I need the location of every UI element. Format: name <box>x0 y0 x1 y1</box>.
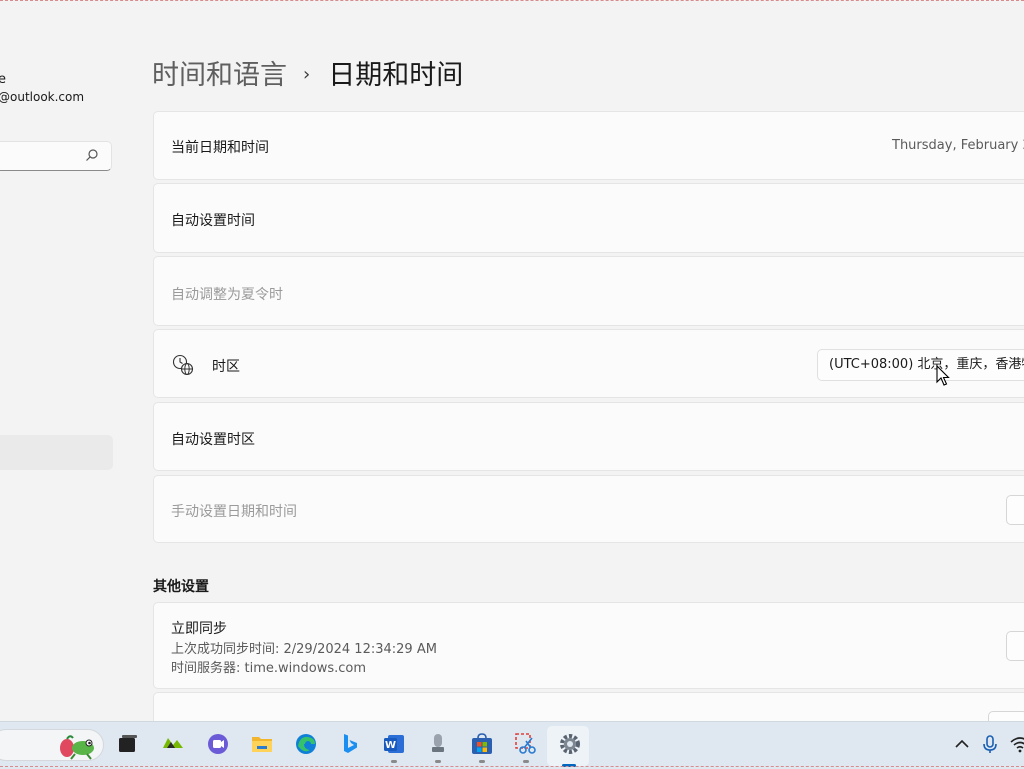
other-settings-heading: 其他设置 <box>153 579 209 595</box>
screen-bottom-border <box>0 766 1024 767</box>
svg-text:W: W <box>385 740 396 751</box>
recorder-running-indicator <box>435 760 441 763</box>
page-title: 日期和时间 <box>328 60 464 91</box>
auto-time-label: 自动设置时间 <box>171 213 255 229</box>
sync-title: 立即同步 <box>171 621 227 637</box>
word-running-indicator <box>391 760 397 763</box>
manual-datetime-card: 手动设置日期和时间 <box>153 475 1024 543</box>
mouse-cursor-icon <box>936 365 950 386</box>
last-sync-text: 上次成功同步时间: 2/29/2024 12:34:29 AM <box>171 642 437 657</box>
current-datetime-card: 当前日期和时间 Thursday, February 29 <box>153 111 1024 180</box>
timezone-dropdown[interactable]: (UTC+08:00) 北京，重庆，香港特 <box>817 349 1024 381</box>
store-icon[interactable] <box>470 732 494 756</box>
wifi-icon[interactable] <box>1008 732 1024 756</box>
timezone-label: 时区 <box>212 359 240 375</box>
search-icon <box>86 149 98 161</box>
settings-icon[interactable] <box>558 732 582 756</box>
change-datetime-button[interactable] <box>1006 495 1024 525</box>
timezone-card: 时区 (UTC+08:00) 北京，重庆，香港特 <box>153 329 1024 398</box>
dst-card[interactable]: 自动调整为夏令时 <box>153 256 1024 326</box>
chevron-up-icon[interactable] <box>950 732 974 756</box>
time-server-text: 时间服务器: time.windows.com <box>171 661 367 676</box>
sync-card: 立即同步 上次成功同步时间: 2/29/2024 12:34:29 AM 时间服… <box>153 602 1024 689</box>
taskbar: W <box>0 721 1024 769</box>
current-datetime-label: 当前日期和时间 <box>171 140 269 156</box>
search-widget-icon <box>60 735 94 760</box>
auto-timezone-label: 自动设置时区 <box>171 432 255 448</box>
breadcrumb-separator-icon: › <box>303 64 311 85</box>
teams-chat-icon[interactable] <box>206 732 230 756</box>
file-explorer-icon[interactable] <box>250 732 274 756</box>
microphone-icon[interactable] <box>978 732 1002 756</box>
dst-label: 自动调整为夏令时 <box>171 287 283 303</box>
snipping-tool-icon[interactable] <box>514 732 538 756</box>
bing-icon[interactable] <box>338 732 362 756</box>
sync-now-button[interactable] <box>1006 631 1024 661</box>
breadcrumb-parent[interactable]: 时间和语言 <box>152 60 287 91</box>
auto-time-card[interactable]: 自动设置时间 <box>153 183 1024 253</box>
nvidia-icon[interactable] <box>161 732 185 756</box>
edge-icon[interactable] <box>294 732 318 756</box>
voice-recorder-icon[interactable] <box>426 732 450 756</box>
user-name: e <box>0 72 6 87</box>
auto-timezone-card[interactable]: 自动设置时区 <box>153 402 1024 471</box>
breadcrumb: 时间和语言 › 日期和时间 <box>152 56 463 95</box>
sidebar-item-time-language[interactable] <box>0 435 113 470</box>
snipping-running-indicator <box>523 760 529 763</box>
word-icon[interactable]: W <box>382 732 406 756</box>
manual-datetime-label: 手动设置日期和时间 <box>171 504 297 520</box>
settings-search-input[interactable] <box>0 141 112 171</box>
user-email: @outlook.com <box>0 90 85 104</box>
screen-top-border <box>0 0 1024 1</box>
current-datetime-value: Thursday, February 29 <box>892 138 1024 153</box>
taskbar-search-box[interactable] <box>0 729 104 761</box>
store-running-indicator <box>479 760 485 763</box>
task-view-icon[interactable] <box>116 732 140 756</box>
globe-clock-icon <box>172 354 194 376</box>
